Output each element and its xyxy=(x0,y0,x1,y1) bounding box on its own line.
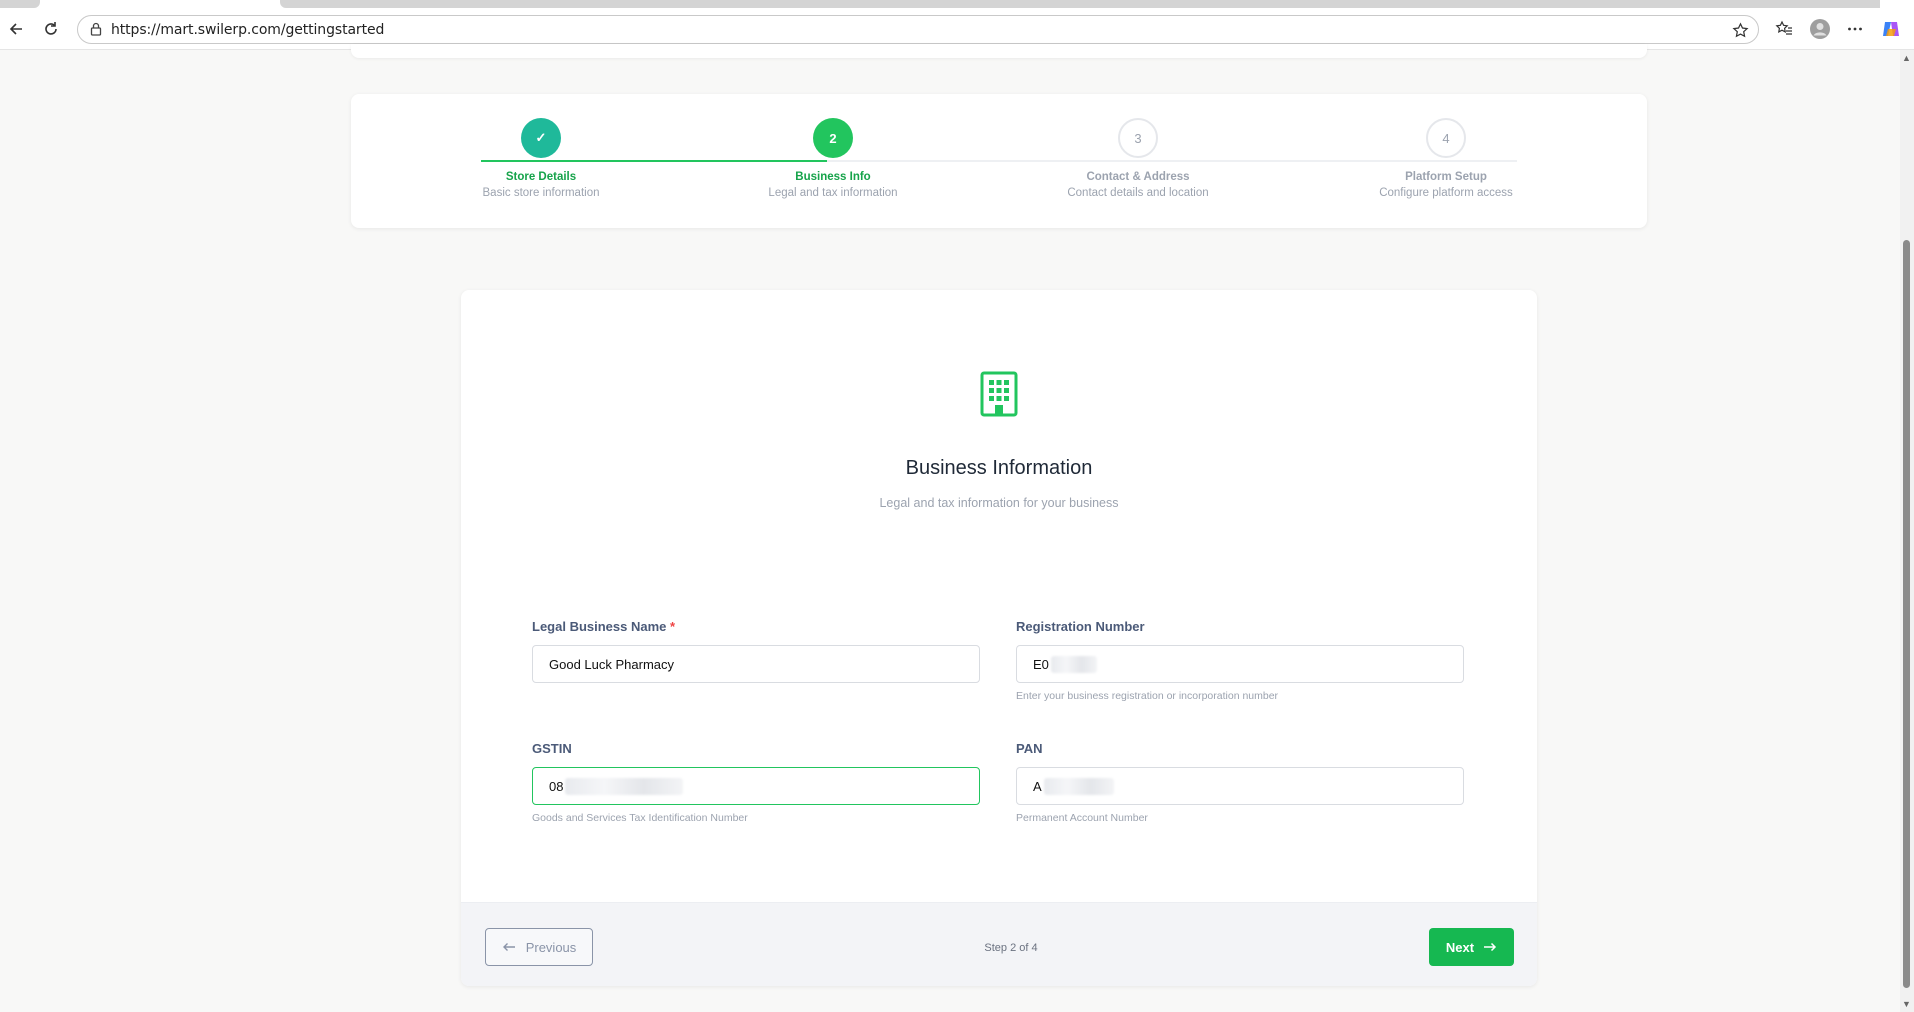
next-button[interactable]: Next xyxy=(1429,928,1514,966)
arrow-right-icon xyxy=(1483,940,1497,955)
form-footer: Previous Step 2 of 4 Next xyxy=(461,902,1537,986)
legal-business-name-input[interactable]: Good Luck Pharmacy xyxy=(532,645,980,683)
step-store-details[interactable]: ✓ Store Details Basic store information xyxy=(411,118,671,199)
more-menu-icon[interactable] xyxy=(1844,18,1866,40)
legal-business-name-group: Legal Business Name * Good Luck Pharmacy xyxy=(532,619,980,683)
pan-value: A xyxy=(1033,779,1042,794)
step-description: Contact details and location xyxy=(1067,187,1209,199)
step-platform-setup[interactable]: 4 Platform Setup Configure platform acce… xyxy=(1316,118,1576,199)
gstin-value: 08 xyxy=(549,779,564,794)
step-title: Contact & Address xyxy=(1086,171,1190,183)
page-scrollbar[interactable]: ▲ ▼ xyxy=(1900,50,1914,1012)
scrollbar-thumb[interactable] xyxy=(1903,240,1910,988)
registration-number-group: Registration Number E0 Enter your busine… xyxy=(1016,619,1464,702)
form-title: Business Information xyxy=(905,457,1093,479)
registration-number-help: Enter your business registration or inco… xyxy=(1016,690,1279,702)
pan-group: PAN A Permanent Account Number xyxy=(1016,741,1464,824)
back-arrow-icon[interactable] xyxy=(5,18,27,40)
profile-avatar-icon[interactable] xyxy=(1809,18,1831,40)
favorites-list-icon[interactable] xyxy=(1773,18,1795,40)
registration-number-input[interactable]: E0 xyxy=(1016,645,1464,683)
refresh-icon[interactable] xyxy=(40,18,62,40)
step-indicator: Step 2 of 4 xyxy=(984,942,1038,954)
required-asterisk: * xyxy=(670,619,676,634)
step-title: Store Details xyxy=(505,171,577,183)
pan-input[interactable]: A xyxy=(1016,767,1464,805)
building-icon xyxy=(979,370,1019,418)
redacted-value-blur xyxy=(1044,778,1114,795)
pan-label: PAN xyxy=(1016,741,1043,756)
step-title: Platform Setup xyxy=(1405,171,1487,183)
step-number: 2 xyxy=(813,118,853,158)
step-description: Legal and tax information xyxy=(768,187,898,199)
step-complete-check-icon: ✓ xyxy=(521,118,561,158)
registration-number-label: Registration Number xyxy=(1016,619,1145,634)
step-contact-address[interactable]: 3 Contact & Address Contact details and … xyxy=(1008,118,1268,199)
scroll-up-arrow-icon[interactable]: ▲ xyxy=(1902,53,1911,63)
scroll-down-arrow-icon[interactable]: ▼ xyxy=(1902,999,1911,1009)
browser-tab-bar xyxy=(280,0,1880,8)
browser-tab[interactable] xyxy=(0,0,40,8)
step-business-info[interactable]: 2 Business Info Legal and tax informatio… xyxy=(703,118,963,199)
gstin-group: GSTIN 08 Goods and Services Tax Identifi… xyxy=(532,741,980,824)
gstin-input[interactable]: 08 xyxy=(532,767,980,805)
redacted-value-blur xyxy=(565,778,683,795)
registration-number-value: E0 xyxy=(1033,657,1049,672)
next-label: Next xyxy=(1445,939,1475,955)
step-number: 4 xyxy=(1426,118,1466,158)
step-title: Business Info xyxy=(795,171,871,183)
lock-icon[interactable] xyxy=(87,20,105,38)
tab-strip xyxy=(0,0,1914,10)
step-description: Configure platform access xyxy=(1379,187,1513,199)
business-info-card: Business Information Legal and tax infor… xyxy=(461,290,1537,986)
copilot-icon[interactable] xyxy=(1880,18,1902,40)
url-text[interactable]: https://mart.swilerp.com/gettingstarted xyxy=(111,22,384,38)
legal-business-name-label: Legal Business Name * xyxy=(532,619,676,634)
pan-help: Permanent Account Number xyxy=(1016,812,1148,824)
redacted-value-blur xyxy=(1051,656,1097,673)
step-number: 3 xyxy=(1118,118,1158,158)
step-description: Basic store information xyxy=(482,187,600,199)
favorite-star-icon[interactable] xyxy=(1730,20,1750,40)
gstin-label: GSTIN xyxy=(532,741,572,756)
gstin-help: Goods and Services Tax Identification Nu… xyxy=(532,812,748,824)
form-subtitle: Legal and tax information for your busin… xyxy=(879,496,1119,510)
header-card-fragment xyxy=(351,44,1647,58)
address-bar[interactable]: https://mart.swilerp.com/gettingstarted xyxy=(77,15,1759,44)
stepper-card: ✓ Store Details Basic store information … xyxy=(351,94,1647,228)
